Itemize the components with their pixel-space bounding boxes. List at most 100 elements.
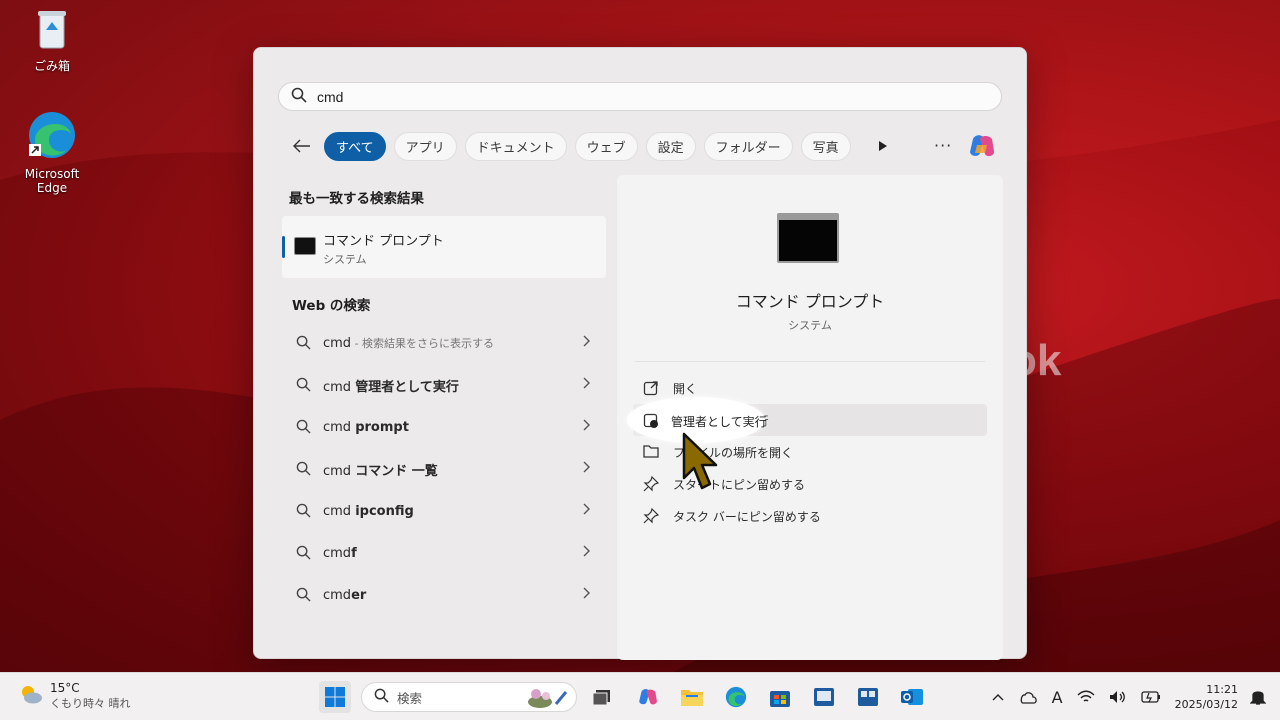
web-result-item[interactable]: cmd コマンド 一覧 (282, 448, 606, 490)
start-button[interactable] (319, 681, 351, 713)
start-search-panel: すべて アプリ ドキュメント ウェブ 設定 フォルダー 写真 ··· 最も一致す… (253, 47, 1027, 660)
web-result-text: cmd (323, 419, 356, 435)
pin-icon (643, 507, 660, 527)
taskbar-store[interactable] (764, 681, 796, 713)
web-result-item[interactable]: cmd ipconfig (282, 490, 606, 532)
web-search-heading: Web の検索 (292, 298, 371, 314)
volume-icon[interactable] (1109, 690, 1127, 704)
outlook-icon (901, 689, 923, 705)
desktop-icon-recycle-bin[interactable]: ごみ箱 (12, 8, 92, 74)
copilot-icon[interactable] (967, 131, 997, 161)
weather-desc: くもり時々 晴れ (50, 697, 131, 710)
web-result-item[interactable]: cmdf (282, 532, 606, 574)
tab-settings[interactable]: 設定 (645, 131, 696, 161)
open-icon (643, 380, 659, 399)
app-window-icon (814, 688, 834, 706)
taskbar-app-2[interactable] (852, 681, 884, 713)
cloud-icon[interactable] (1018, 690, 1038, 704)
web-result-bold: ipconfig (355, 503, 414, 519)
chevron-right-icon (582, 335, 590, 351)
taskbar-app-1[interactable] (808, 681, 840, 713)
more-options-button[interactable]: ··· (934, 136, 952, 155)
folder-icon (643, 444, 659, 461)
chevron-up-icon[interactable] (992, 693, 1004, 701)
web-result-hint: - 検索結果をさらに表示する (351, 337, 495, 350)
search-icon (296, 587, 311, 606)
chevron-right-icon (582, 377, 590, 393)
tab-web[interactable]: ウェブ (574, 131, 638, 161)
app-detail-title: コマンド プロンプト (735, 292, 885, 311)
task-view-button[interactable] (586, 681, 618, 713)
clock[interactable]: 11:21 2025/03/12 (1175, 682, 1238, 712)
web-result-bold: 管理者として実行 (355, 379, 459, 395)
search-icon (296, 545, 311, 564)
taskbar-file-explorer[interactable] (676, 681, 708, 713)
taskbar-outlook[interactable] (896, 681, 928, 713)
pin-icon (643, 475, 660, 495)
more-filters-icon[interactable] (871, 134, 895, 158)
tab-all[interactable]: すべて (324, 131, 386, 161)
taskbar: 15°C くもり時々 晴れ 検索 A 11:21 2025/03/12 (0, 672, 1280, 720)
search-icon (291, 87, 307, 107)
weather-widget[interactable]: 15°C くもり時々 晴れ (18, 681, 131, 711)
web-search-list: cmd - 検索結果をさらに表示する cmd 管理者として実行 cmd prom… (282, 322, 606, 616)
web-result-bold: er (351, 587, 367, 603)
ime-indicator[interactable]: A (1052, 688, 1063, 707)
search-icon (296, 419, 311, 438)
web-result-item[interactable]: cmd prompt (282, 406, 606, 448)
taskbar-search[interactable]: 検索 (361, 682, 577, 712)
selection-indicator (282, 236, 285, 258)
copilot-icon (639, 689, 657, 705)
search-input[interactable] (317, 88, 917, 105)
app-window-icon (858, 688, 878, 706)
web-result-item[interactable]: cmder (282, 574, 606, 616)
action-pin-to-taskbar[interactable]: タスク バーにピン留めする (633, 500, 987, 532)
search-icon (296, 503, 311, 522)
clock-date: 2025/03/12 (1174, 698, 1238, 711)
command-prompt-icon (294, 237, 316, 255)
taskbar-edge[interactable] (720, 681, 752, 713)
app-detail-subtitle: システム (788, 319, 832, 332)
web-result-bold: コマンド 一覧 (355, 463, 438, 479)
search-icon (374, 688, 389, 706)
recycle-bin-label: ごみ箱 (33, 59, 70, 73)
edge-icon (12, 110, 92, 163)
chevron-right-icon (582, 503, 590, 519)
windows-logo-icon (325, 687, 345, 707)
search-box[interactable] (278, 82, 1002, 111)
web-result-bold: f (351, 545, 357, 561)
desktop-icon-edge[interactable]: Microsoft Edge (12, 110, 92, 195)
battery-icon[interactable] (1140, 691, 1161, 703)
chevron-right-icon (582, 419, 590, 435)
best-match-item[interactable]: コマンド プロンプト システム (282, 216, 606, 278)
search-icon (296, 461, 311, 480)
tab-folders[interactable]: フォルダー (703, 131, 793, 161)
best-match-name: コマンド プロンプト (323, 234, 444, 249)
mouse-cursor-icon (680, 432, 720, 496)
chevron-right-icon (582, 587, 590, 603)
taskbar-copilot[interactable] (632, 681, 664, 713)
web-result-item[interactable]: cmd - 検索結果をさらに表示する (282, 322, 606, 364)
command-prompt-icon (777, 213, 839, 263)
edge-icon (725, 686, 747, 708)
clock-time: 11:21 (1206, 683, 1238, 696)
task-view-icon (592, 690, 610, 706)
tab-photos[interactable]: 写真 (800, 131, 851, 161)
wifi-icon[interactable] (1077, 690, 1095, 704)
web-result-text: cmd (323, 587, 352, 603)
action-label: タスク バーにピン留めする (673, 509, 821, 524)
best-match-type: システム (323, 253, 367, 266)
web-result-text: cmd (323, 336, 352, 351)
notification-icon[interactable] (1250, 688, 1266, 706)
highlight-label: 管理者として実行 (671, 415, 767, 429)
tab-apps[interactable]: アプリ (393, 131, 457, 161)
web-result-text: cmd (323, 545, 352, 561)
web-result-bold: prompt (355, 419, 409, 435)
chevron-right-icon (582, 461, 590, 477)
back-arrow-icon[interactable] (290, 134, 314, 158)
web-result-item[interactable]: cmd 管理者として実行 (282, 364, 606, 406)
tab-documents[interactable]: ドキュメント (464, 131, 567, 161)
filter-bar: すべて アプリ ドキュメント ウェブ 設定 フォルダー 写真 (290, 131, 895, 161)
web-result-text: cmd (323, 463, 356, 479)
action-label: 開く (673, 381, 698, 396)
